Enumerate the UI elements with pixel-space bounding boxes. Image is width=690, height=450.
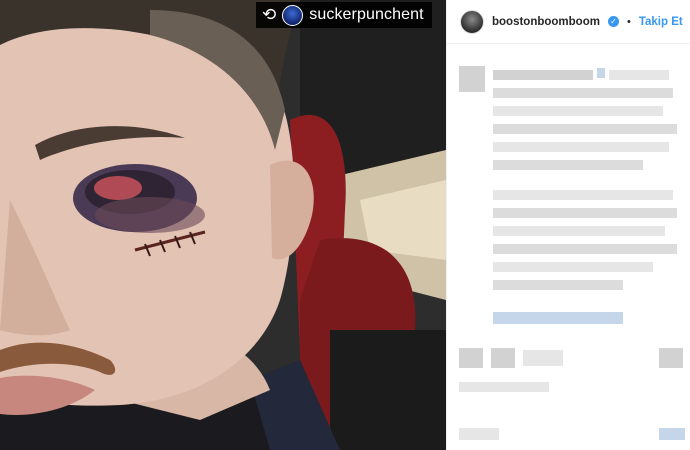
author-avatar[interactable] [460,9,484,34]
repost-avatar[interactable] [282,4,304,26]
repost-badge[interactable]: ⟲ suckerpunchent [256,2,432,28]
blurred-line [493,262,653,272]
repost-username[interactable]: suckerpunchent [309,6,423,24]
blurred-line [493,244,677,254]
follow-button[interactable]: Takip Et [639,16,683,28]
header-separator: • [626,15,631,28]
blurred-line [493,106,663,116]
blurred-icon [523,350,563,366]
blurred-line [459,382,549,392]
repost-icon: ⟲ [262,4,277,25]
post-sidebar: boostonboomboom ✓ • Takip Et [446,0,690,450]
blurred-line [493,280,623,290]
blurred-line [493,88,673,98]
blurred-line [493,226,665,236]
blurred-line [493,160,643,170]
author-username[interactable]: boostonboomboom [492,16,600,28]
photo-illustration [0,0,446,450]
blurred-avatar [459,66,485,92]
blurred-line [659,428,685,440]
blurred-icon [459,348,483,368]
blurred-line [493,70,593,80]
post-photo[interactable]: ⟲ suckerpunchent [0,0,446,450]
blurred-line [493,190,673,200]
post-header: boostonboomboom ✓ • Takip Et [447,0,690,44]
verified-badge-icon: ✓ [607,16,619,27]
blurred-line [493,142,669,152]
blurred-icon [659,348,683,368]
blurred-line [597,68,605,78]
blurred-line [493,208,677,218]
blurred-icon [491,348,515,368]
blurred-line [459,428,499,440]
blurred-link [493,312,623,324]
blurred-line [609,70,669,80]
blurred-line [493,124,677,134]
